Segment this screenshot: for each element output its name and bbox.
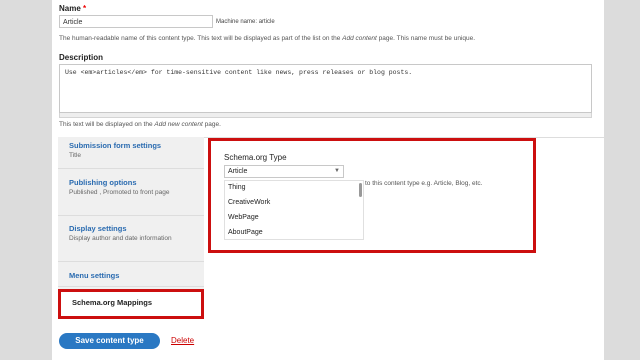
tab-summary: Display author and date information — [69, 235, 172, 242]
tab-title: Submission form settings — [69, 141, 162, 150]
tab-submission-form-settings[interactable]: Submission form settings Title — [58, 137, 204, 169]
name-label-text: Name — [59, 4, 81, 13]
required-mark: * — [83, 4, 87, 13]
name-label: Name * — [59, 4, 86, 13]
tab-title: Publishing options — [69, 178, 137, 187]
description-help-text: This text will be displayed on the Add n… — [59, 121, 221, 128]
save-content-type-button[interactable]: Save content type — [59, 333, 160, 349]
vertical-tabs: Submission form settings Title Publishin… — [58, 137, 205, 319]
tab-summary: Published , Promoted to front page — [69, 189, 170, 196]
delete-link[interactable]: Delete — [171, 336, 194, 345]
description-textarea[interactable]: Use <em>articles</em> for time-sensitive… — [59, 64, 592, 113]
name-help-text: The human-readable name of this content … — [59, 35, 475, 42]
name-help-em: Add content — [342, 35, 377, 42]
textarea-resize-grip[interactable] — [59, 113, 592, 118]
description-help-before: This text will be displayed on the — [59, 121, 155, 128]
tab-schema-org-mappings[interactable]: Schema.org Mappings — [58, 289, 204, 319]
name-help-after: page. This name must be unique. — [376, 35, 476, 42]
tab-menu-settings[interactable]: Menu settings — [58, 267, 204, 287]
highlight-box — [208, 138, 536, 253]
tab-title: Menu settings — [69, 271, 120, 280]
description-help-after: page. — [202, 121, 221, 128]
description-help-em: Add new content — [154, 121, 203, 128]
machine-name: Machine name: article — [216, 19, 275, 25]
tab-publishing-options[interactable]: Publishing options Published , Promoted … — [58, 174, 204, 216]
name-help-before: The human-readable name of this content … — [59, 35, 343, 42]
name-input[interactable]: Article — [59, 15, 213, 28]
description-label: Description — [59, 53, 104, 62]
tab-title: Schema.org Mappings — [72, 298, 153, 307]
tab-display-settings[interactable]: Display settings Display author and date… — [58, 220, 204, 262]
tab-summary: Title — [69, 152, 82, 159]
tab-title: Display settings — [69, 224, 127, 233]
